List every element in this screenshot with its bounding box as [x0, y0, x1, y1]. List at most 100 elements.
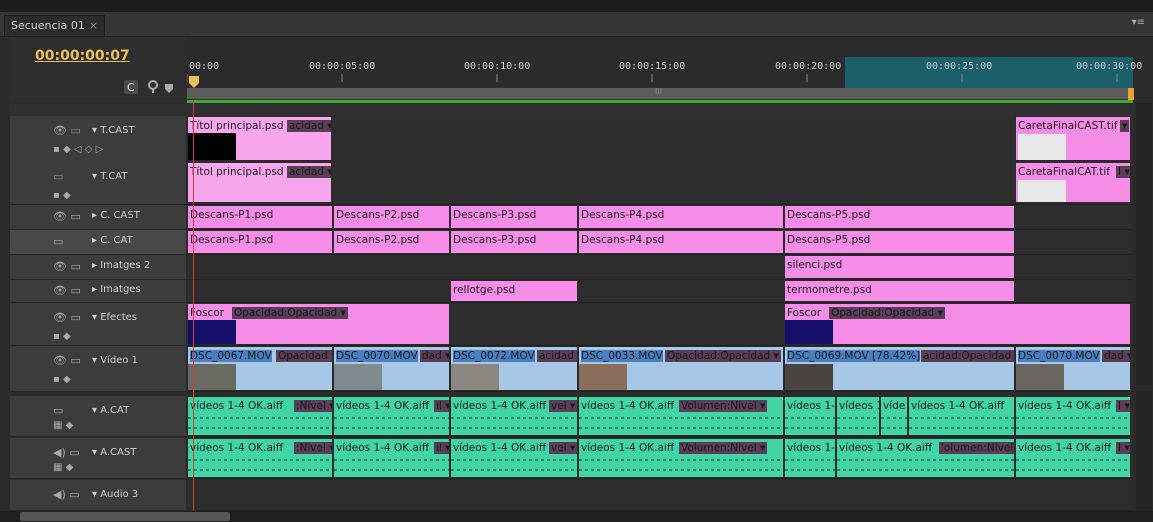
clip[interactable]: Descans-P2.psd	[333, 205, 450, 229]
track-header-efectes[interactable]: 👁︎ ▭ ▾ Efectes ▪ ◆	[10, 303, 186, 346]
eye-icon[interactable]: 👁︎ ▭	[53, 284, 81, 297]
clip[interactable]: vídeos 1-4 OK.aiff il ▾	[333, 438, 450, 478]
work-area-end-handle[interactable]	[1128, 88, 1134, 100]
clip[interactable]: CaretaFinalCAT.tif I ▾	[1015, 162, 1131, 203]
track-header-imatges[interactable]: 👁︎ ▭ ▸ Imatges	[10, 280, 186, 303]
timecode-display[interactable]: 00:00:00:07	[35, 48, 130, 64]
clip[interactable]: vídeos 1-	[784, 396, 836, 436]
work-area-bar[interactable]: III	[187, 87, 1133, 99]
add-marker-icon[interactable]	[165, 83, 173, 97]
clip[interactable]: vídeos 1-4 OK.aiff:Nivel ▾	[187, 438, 333, 478]
clip[interactable]: Foscor Opacidad:Opacidad ▾	[784, 303, 1131, 345]
clip[interactable]: Títol principal.psd acidad ▾	[187, 162, 332, 203]
clip[interactable]: vídeos 1-4 OK.aiff:Nivel ▾	[187, 396, 333, 436]
clip[interactable]: DSC_0070.MOV dad ▾	[333, 346, 450, 391]
toggle-icon[interactable]: ▭	[53, 170, 63, 183]
track-name: ▾ Vídeo 1	[92, 355, 138, 366]
track-header-acast[interactable]: ◀︎) ▭ ▾ A.CAST ▦ ◆	[10, 438, 186, 479]
clip[interactable]: vídeos 1	[836, 396, 880, 436]
track-header-audio3[interactable]: ◀︎) ▭ ▾ Audio 3	[10, 480, 186, 511]
eye-icon[interactable]: 👁︎ ▭	[53, 124, 81, 137]
work-area-grip[interactable]: III	[655, 87, 662, 96]
track-body-audio3	[187, 480, 1133, 511]
track-name: ▾ T.CAT	[92, 171, 128, 182]
clip[interactable]: vídeos 1-4 OK.aiff	[908, 396, 1015, 436]
clip[interactable]: termometre.psd	[784, 280, 1015, 302]
playhead-line[interactable]	[193, 100, 194, 520]
clip[interactable]: CaretaFinalCAST.tif ▾	[1015, 116, 1131, 161]
timeline-controls	[10, 37, 186, 103]
eye-icon[interactable]: 👁︎ ▭	[53, 260, 81, 273]
track-header-imatges2[interactable]: 👁︎ ▭ ▸ Imatges 2	[10, 255, 186, 280]
clip[interactable]: vídeos 1-4 OK.aiff I ▾	[1015, 396, 1131, 436]
toggle-icon[interactable]: ▭	[53, 235, 63, 248]
ruler-tick: 00:00:25:00	[926, 61, 993, 72]
track-name: ▸ C. CAST	[92, 210, 140, 221]
clip[interactable]: vídeos 1-4 OK.aiff vel ▾	[450, 438, 578, 478]
tab-sequence[interactable]: Secuencia 01 ×	[4, 15, 106, 36]
clip[interactable]: vídeos 1-4 OK.aiff vel ▾	[450, 396, 578, 436]
toggle-icon[interactable]: ▭	[53, 404, 63, 417]
track-header-acat[interactable]: ▭ ▾ A.CAT ▦ ◆	[10, 396, 186, 437]
track-header-ccast[interactable]: 👁︎ ▭ ▸ C. CAST	[10, 205, 186, 230]
clip[interactable]: vídeos 1-4 OK.aiff Volumen:Nivel ▾	[578, 396, 784, 436]
panel-tab-row	[0, 12, 1153, 37]
keyframe-controls[interactable]: ▪ ◆ ◁ ◇ ▷	[53, 144, 103, 155]
track-header-tcast[interactable]: 👁︎ ▭ ▾ T.CAST ▪ ◆ ◁ ◇ ▷	[10, 116, 186, 163]
horizontal-scroll-thumb[interactable]	[20, 512, 230, 521]
audio-scrollbar[interactable]	[1136, 391, 1152, 511]
clip[interactable]: DSC_0070.MOV dad ▾	[1015, 346, 1131, 391]
track-header-ccat[interactable]: ▭ ▸ C. CAT	[10, 230, 186, 255]
speaker-icon[interactable]: ◀︎) ▭	[53, 488, 80, 501]
clip[interactable]: rellotge.psd	[450, 280, 578, 302]
clip[interactable]: víde	[880, 396, 908, 436]
clip[interactable]: DSC_0069.MOV [78.42%] acidad:Opacidad ▾	[784, 346, 1015, 391]
clip[interactable]: vídeos 1-	[784, 438, 836, 478]
ruler-tick: 00:00	[189, 61, 220, 72]
clip[interactable]: Descans-P4.psd	[578, 230, 784, 254]
eye-icon[interactable]: 👁︎ ▭	[53, 311, 81, 324]
track-name: ▸ Imatges	[92, 284, 141, 295]
playhead-handle[interactable]	[189, 76, 199, 91]
snap-icon[interactable]: C	[124, 80, 138, 97]
clip[interactable]: Descans-P3.psd	[450, 230, 578, 254]
keyframe-controls[interactable]: ▪ ◆	[53, 190, 71, 201]
keyframe-controls[interactable]: ▪ ◆	[53, 374, 71, 385]
clip[interactable]: Descans-P2.psd	[333, 230, 450, 254]
ruler-tick: 00:00:10:00	[464, 61, 531, 72]
track-gap	[10, 104, 1135, 116]
clip[interactable]: Descans-P4.psd	[578, 205, 784, 229]
clip[interactable]: vídeos 1-4 OK.aiff I ▾	[1015, 438, 1131, 478]
clip[interactable]: Títol principal.psd acidad ▾	[187, 116, 332, 161]
eye-icon[interactable]: 👁︎ ▭	[53, 354, 81, 367]
track-name: ▾ A.CAT	[92, 405, 130, 416]
ruler-ticks	[187, 74, 1118, 82]
speaker-icon[interactable]: ◀︎) ▭	[53, 446, 80, 459]
track-name: ▸ C. CAT	[92, 235, 133, 246]
clip[interactable]: silenci.psd	[784, 255, 1015, 279]
clip[interactable]: vídeos 1-4 OK.aiff Volumen:Nivel ▾	[578, 438, 784, 478]
keyframe-controls[interactable]: ▦ ◆	[53, 420, 73, 431]
clip[interactable]: Foscor Opacidad:Opacidad ▾	[187, 303, 450, 345]
close-icon[interactable]: ×	[89, 19, 98, 32]
eye-icon[interactable]: 👁︎ ▭	[53, 210, 81, 223]
marker-icon[interactable]	[147, 80, 159, 97]
track-header-tcat[interactable]: ▭ ▾ T.CAT ▪ ◆	[10, 162, 186, 205]
render-bar	[187, 100, 1133, 103]
clip[interactable]: vídeos 1-4 OK.aiff il ▾	[333, 396, 450, 436]
track-header-video1[interactable]: 👁︎ ▭ ▾ Vídeo 1 ▪ ◆	[10, 346, 186, 392]
clip[interactable]: DSC_0033.MOV Opacidad:Opacidad ▾	[578, 346, 784, 391]
clip[interactable]: Descans-P3.psd	[450, 205, 578, 229]
clip[interactable]: DSC_0072.MOV acidad ▾	[450, 346, 578, 391]
clip[interactable]: Descans-P1.psd	[187, 205, 333, 229]
clip[interactable]: Descans-P5.psd	[784, 230, 1015, 254]
clip[interactable]: Descans-P1.psd	[187, 230, 333, 254]
keyframe-controls[interactable]: ▦ ◆	[53, 462, 73, 473]
top-border	[0, 0, 1153, 12]
keyframe-controls[interactable]: ▪ ◆	[53, 331, 71, 342]
panel-menu-icon[interactable]: ▾≡	[1132, 17, 1145, 28]
video-scrollbar[interactable]	[1136, 103, 1152, 385]
clip[interactable]: DSC_0067.MOV Opacidad ▾	[187, 346, 333, 391]
clip[interactable]: vídeos 1-4 OK.aiff'olumen:Nivel ▾	[836, 438, 1015, 478]
clip[interactable]: Descans-P5.psd	[784, 205, 1015, 229]
